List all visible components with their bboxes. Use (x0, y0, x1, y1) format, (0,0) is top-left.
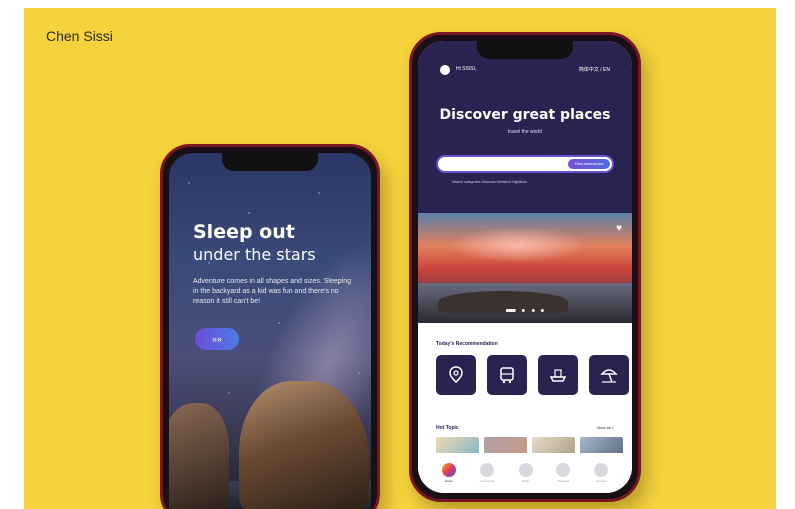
greeting: Hi SISSI, (456, 66, 477, 72)
carousel-dot[interactable] (522, 309, 526, 312)
bottom-navigation: Home Community Order Message Account (418, 453, 632, 493)
phone-notch (477, 41, 573, 59)
carousel-dot[interactable] (541, 309, 545, 312)
next-button[interactable]: »» (195, 328, 239, 350)
author-name: Chen Sissi (46, 28, 113, 44)
design-canvas: Chen Sissi Sleep out under the stars Adv… (24, 8, 776, 509)
search-input[interactable]: Find adventures (436, 155, 614, 173)
nav-label: Account (595, 479, 607, 483)
phone-right: Hi SISSI, 简体中文 / EN Discover great place… (409, 32, 641, 502)
bus-icon[interactable] (487, 355, 527, 395)
header-panel: Hi SISSI, 简体中文 / EN Discover great place… (418, 41, 632, 213)
phone-left: Sleep out under the stars Adventure come… (160, 144, 380, 509)
community-icon (480, 463, 495, 477)
nav-label: Community (479, 479, 495, 483)
nav-message[interactable]: Message (556, 463, 571, 483)
rock-small (169, 403, 229, 509)
language-switch[interactable]: 简体中文 / EN (579, 66, 610, 73)
hero-title: Sleep out (193, 221, 295, 243)
favorite-icon[interactable]: ♥ (616, 223, 622, 234)
nav-community[interactable]: Community (480, 463, 495, 483)
account-icon (594, 463, 609, 477)
view-all-link[interactable]: View all > (597, 425, 614, 430)
carousel-dot[interactable] (531, 309, 535, 312)
sunset-clouds (448, 227, 588, 263)
search-button[interactable]: Find adventures (568, 159, 610, 169)
hero-description: Adventure comes in all shapes and sizes.… (193, 278, 351, 305)
ship-icon[interactable] (538, 355, 578, 395)
phone-left-screen: Sleep out under the stars Adventure come… (169, 153, 371, 509)
page-title: Discover great places (439, 107, 611, 123)
nav-label: Order (521, 479, 530, 483)
home-icon (441, 463, 456, 477)
phone-notch (222, 153, 318, 171)
recommendation-heading: Today's Recommendation (436, 341, 498, 347)
phone-right-screen: Hi SISSI, 简体中文 / EN Discover great place… (418, 41, 632, 493)
carousel-dot[interactable] (505, 309, 516, 312)
category-list (436, 355, 629, 395)
rock-ledge (438, 291, 568, 313)
beach-icon[interactable] (589, 355, 629, 395)
page-subtitle: travel the world (508, 129, 542, 135)
carousel-dots[interactable] (505, 299, 545, 317)
order-icon (518, 463, 533, 477)
search-categories: Search categories: Museum Weekend Nightt… (452, 180, 528, 184)
message-icon (556, 463, 571, 477)
hero-carousel[interactable]: ♥ (418, 213, 632, 323)
map-pin-icon[interactable] (436, 355, 476, 395)
hot-topic-heading: Hot Topic (436, 425, 459, 431)
nav-order[interactable]: Order (518, 463, 533, 483)
nav-label: Home (444, 479, 453, 483)
nav-account[interactable]: Account (594, 463, 609, 483)
hero-subtitle: under the stars (193, 245, 316, 264)
nav-home[interactable]: Home (441, 463, 456, 483)
nav-label: Message (557, 479, 570, 483)
rock-large (239, 381, 369, 509)
avatar-icon[interactable] (440, 65, 450, 75)
